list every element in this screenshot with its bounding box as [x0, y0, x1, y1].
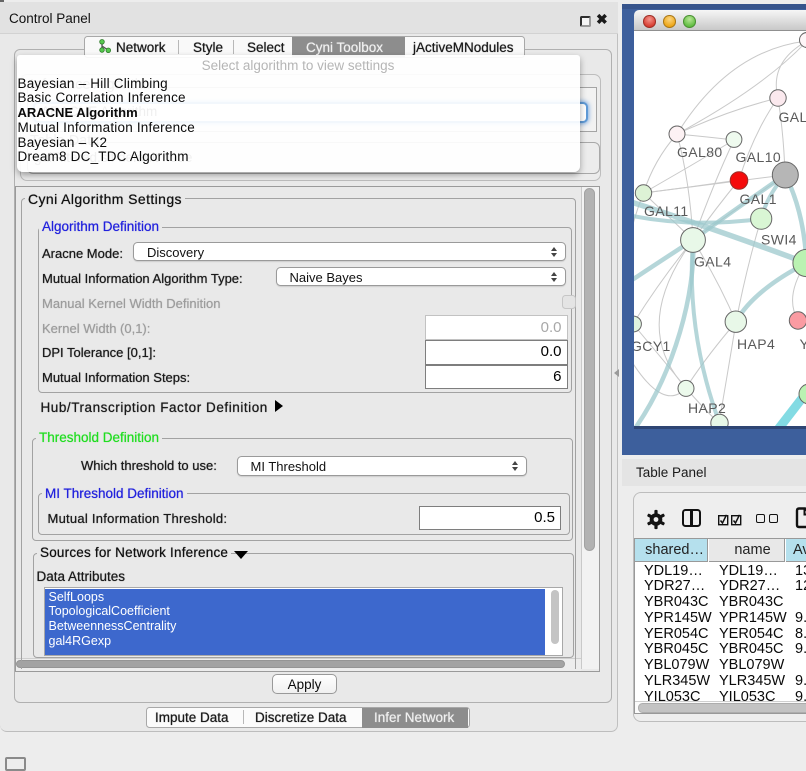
svg-text:HAP4: HAP4	[737, 336, 775, 352]
svg-text:GAL11: GAL11	[644, 203, 689, 219]
svg-text:GAL80: GAL80	[677, 144, 723, 160]
svg-text:GAL2: GAL2	[779, 109, 806, 125]
svg-text:HAP2: HAP2	[688, 400, 726, 416]
svg-text:SWI4: SWI4	[761, 232, 797, 248]
svg-text:GCY1: GCY1	[634, 338, 671, 354]
svg-text:GAL10: GAL10	[736, 149, 782, 165]
svg-text:YD: YD	[800, 336, 806, 352]
svg-text:GAL1: GAL1	[740, 191, 777, 207]
svg-text:GAL4: GAL4	[694, 254, 731, 270]
